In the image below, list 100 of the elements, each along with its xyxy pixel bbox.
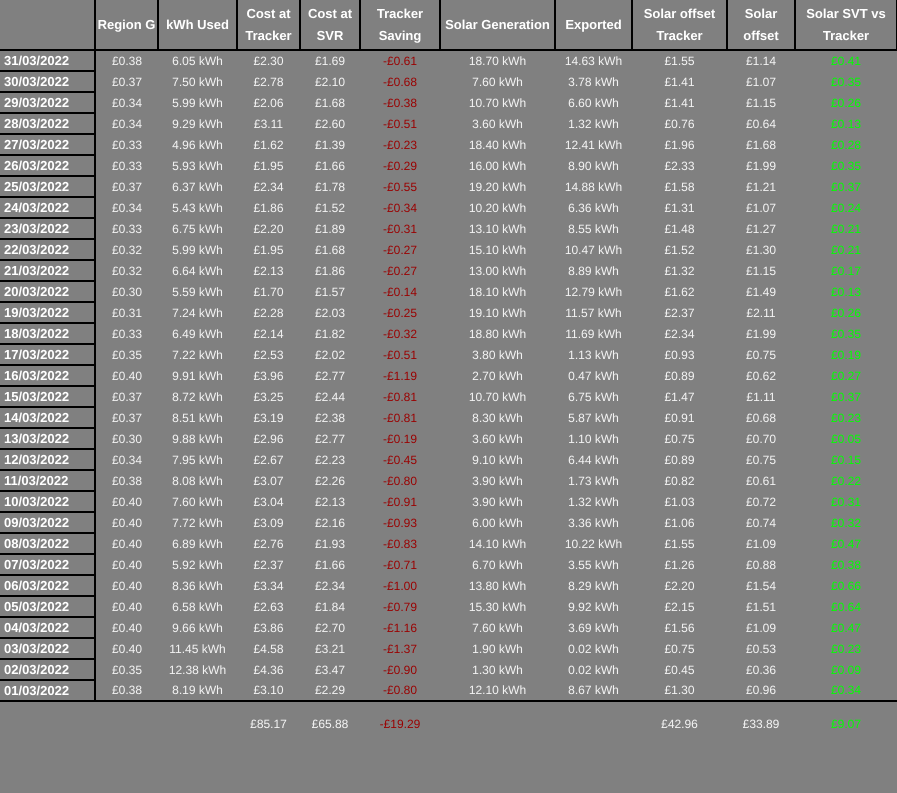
- table-cell-text: £0.26: [830, 94, 862, 112]
- table-cell-text: 5.93 kWh: [171, 158, 224, 174]
- table-cell-text: 6.44 kWh: [567, 452, 620, 468]
- table-cell-text: £0.05: [830, 430, 862, 448]
- column-header: Cost at Tracker: [237, 0, 300, 50]
- table-cell-text: 16.00 kWh: [468, 158, 528, 174]
- table-cell-text: 9.92 kWh: [567, 598, 620, 616]
- table-cell: £2.30: [237, 50, 300, 71]
- table-cell-text: 15.10 kWh: [468, 242, 528, 258]
- table-cell-text: £0.70: [744, 430, 778, 448]
- table-cell-text: -£0.83: [382, 536, 418, 552]
- table-cell-text: 12.38 kWh: [168, 662, 228, 678]
- table-cell-text: 3.60 kWh: [471, 116, 524, 132]
- table-cell-text: £0.15: [830, 452, 862, 468]
- table-cell-text: £2.13: [314, 494, 346, 510]
- table-cell-text: £0.91: [663, 410, 696, 426]
- row-date: 20/03/2022: [0, 281, 95, 302]
- table-cell-text: 3.69 kWh: [567, 620, 620, 636]
- table-cell-text: £1.89: [314, 220, 346, 238]
- table-cell-text: £2.06: [252, 94, 285, 112]
- row-date: 14/03/2022: [0, 407, 95, 428]
- row-date: 02/03/2022: [0, 659, 95, 680]
- column-header: Solar offset: [727, 0, 795, 50]
- row-date: 13/03/2022: [0, 428, 95, 449]
- table-cell-text: £0.35: [830, 158, 862, 174]
- table-cell-text: -£0.34: [382, 200, 418, 216]
- table-cell-text: -£0.68: [382, 74, 418, 90]
- table-cell-text: 0.47 kWh: [567, 368, 620, 384]
- table-cell-text: £3.07: [252, 472, 285, 490]
- table-cell-text: £1.56: [663, 620, 696, 636]
- row-date: 23/03/2022: [0, 218, 95, 239]
- row-date: 03/03/2022: [0, 638, 95, 659]
- table-cell-text: 7.50 kWh: [171, 74, 224, 90]
- table-cell-text: 7.60 kWh: [471, 620, 524, 636]
- table-cell-text: 6.64 kWh: [171, 262, 224, 280]
- table-cell: £0.35: [95, 659, 158, 680]
- column-header: kWh Used: [158, 0, 237, 50]
- table-cell-text: 3.36 kWh: [567, 514, 620, 532]
- table-cell: £0.32: [95, 260, 158, 281]
- table-cell-text: 1.32 kWh: [567, 116, 620, 132]
- table-cell: £0.38: [95, 680, 158, 701]
- table-cell-text: 11.69 kWh: [564, 326, 623, 342]
- table-cell-text: £0.32: [830, 514, 862, 532]
- table-cell-text: 13.10 kWh: [468, 220, 528, 238]
- table-cell: 8.19 kWh: [158, 680, 237, 701]
- table-cell-text: £0.75: [663, 430, 696, 448]
- table-cell-text: 6.89 kWh: [171, 536, 224, 552]
- table-cell-text: 10.70 kWh: [468, 94, 528, 112]
- table-cell: £1.55: [632, 50, 727, 71]
- table-cell-text: £2.67: [252, 452, 285, 468]
- table-cell-text: -£1.19: [382, 368, 418, 384]
- table-cell: £0.33: [95, 155, 158, 176]
- table-cell-text: £1.93: [314, 536, 346, 552]
- table-cell-text: £0.23: [830, 640, 862, 658]
- table-cell-text: £1.31: [663, 200, 696, 216]
- table-cell-text: 10.22 kWh: [564, 536, 624, 552]
- table-cell-text: 19.20 kWh: [468, 178, 528, 196]
- table-cell: £3.10: [237, 680, 300, 701]
- table-cell-text: £0.75: [744, 346, 778, 364]
- table-cell: 14.63 kWh: [555, 50, 632, 71]
- table-cell-text: 3.90 kWh: [471, 472, 524, 490]
- table-cell-text: £0.62: [744, 368, 778, 384]
- total-cell: £33.89: [727, 701, 795, 735]
- table-cell-text: £2.15: [663, 598, 696, 616]
- table-cell-text: 6.37 kWh: [171, 178, 224, 196]
- table-cell-text: £1.09: [744, 620, 778, 636]
- table-cell-text: 7.72 kWh: [171, 514, 224, 532]
- table-cell: £0.30: [95, 428, 158, 449]
- row-date: 25/03/2022: [0, 176, 95, 197]
- table-cell-text: £1.99: [744, 158, 778, 174]
- table-cell-text: £0.27: [830, 368, 862, 384]
- row-date: 29/03/2022: [0, 92, 95, 113]
- table-cell-text: 3.80 kWh: [471, 346, 524, 364]
- table-cell-text: 8.36 kWh: [171, 578, 224, 594]
- table-cell: 18.70 kWh: [440, 50, 555, 71]
- column-header: Solar offset Tracker: [632, 0, 727, 50]
- table-cell-text: £2.60: [314, 116, 346, 132]
- table-cell-text: 9.91 kWh: [171, 368, 224, 384]
- table-cell-text: £0.76: [663, 116, 696, 132]
- table-cell-text: £1.39: [314, 136, 346, 154]
- table-cell-text: £0.89: [663, 368, 696, 384]
- table-cell: £0.33: [95, 323, 158, 344]
- table-cell-text: £2.11: [745, 304, 777, 322]
- table-cell-text: £0.21: [830, 220, 862, 238]
- table-cell-text: £0.75: [744, 452, 778, 468]
- table-cell: £0.33: [95, 134, 158, 155]
- table-cell-text: -£0.51: [382, 346, 418, 364]
- table-cell-text: £1.48: [663, 220, 696, 238]
- table-cell-text: 8.51 kWh: [171, 410, 224, 426]
- table-cell-text: -£0.27: [382, 242, 418, 258]
- table-cell-text: £3.34: [252, 578, 285, 594]
- table-cell-text: £3.19: [252, 410, 285, 426]
- table-cell-text: £0.35: [830, 326, 862, 342]
- table-cell: £0.37: [95, 386, 158, 407]
- table-cell-text: £2.77: [314, 430, 346, 448]
- table-cell-text: 5.99 kWh: [171, 94, 224, 112]
- table-cell-text: -£0.55: [382, 178, 418, 196]
- table-cell: £0.32: [95, 239, 158, 260]
- table-cell-text: £1.66: [314, 556, 346, 574]
- table-cell-text: 19.10 kWh: [468, 304, 528, 322]
